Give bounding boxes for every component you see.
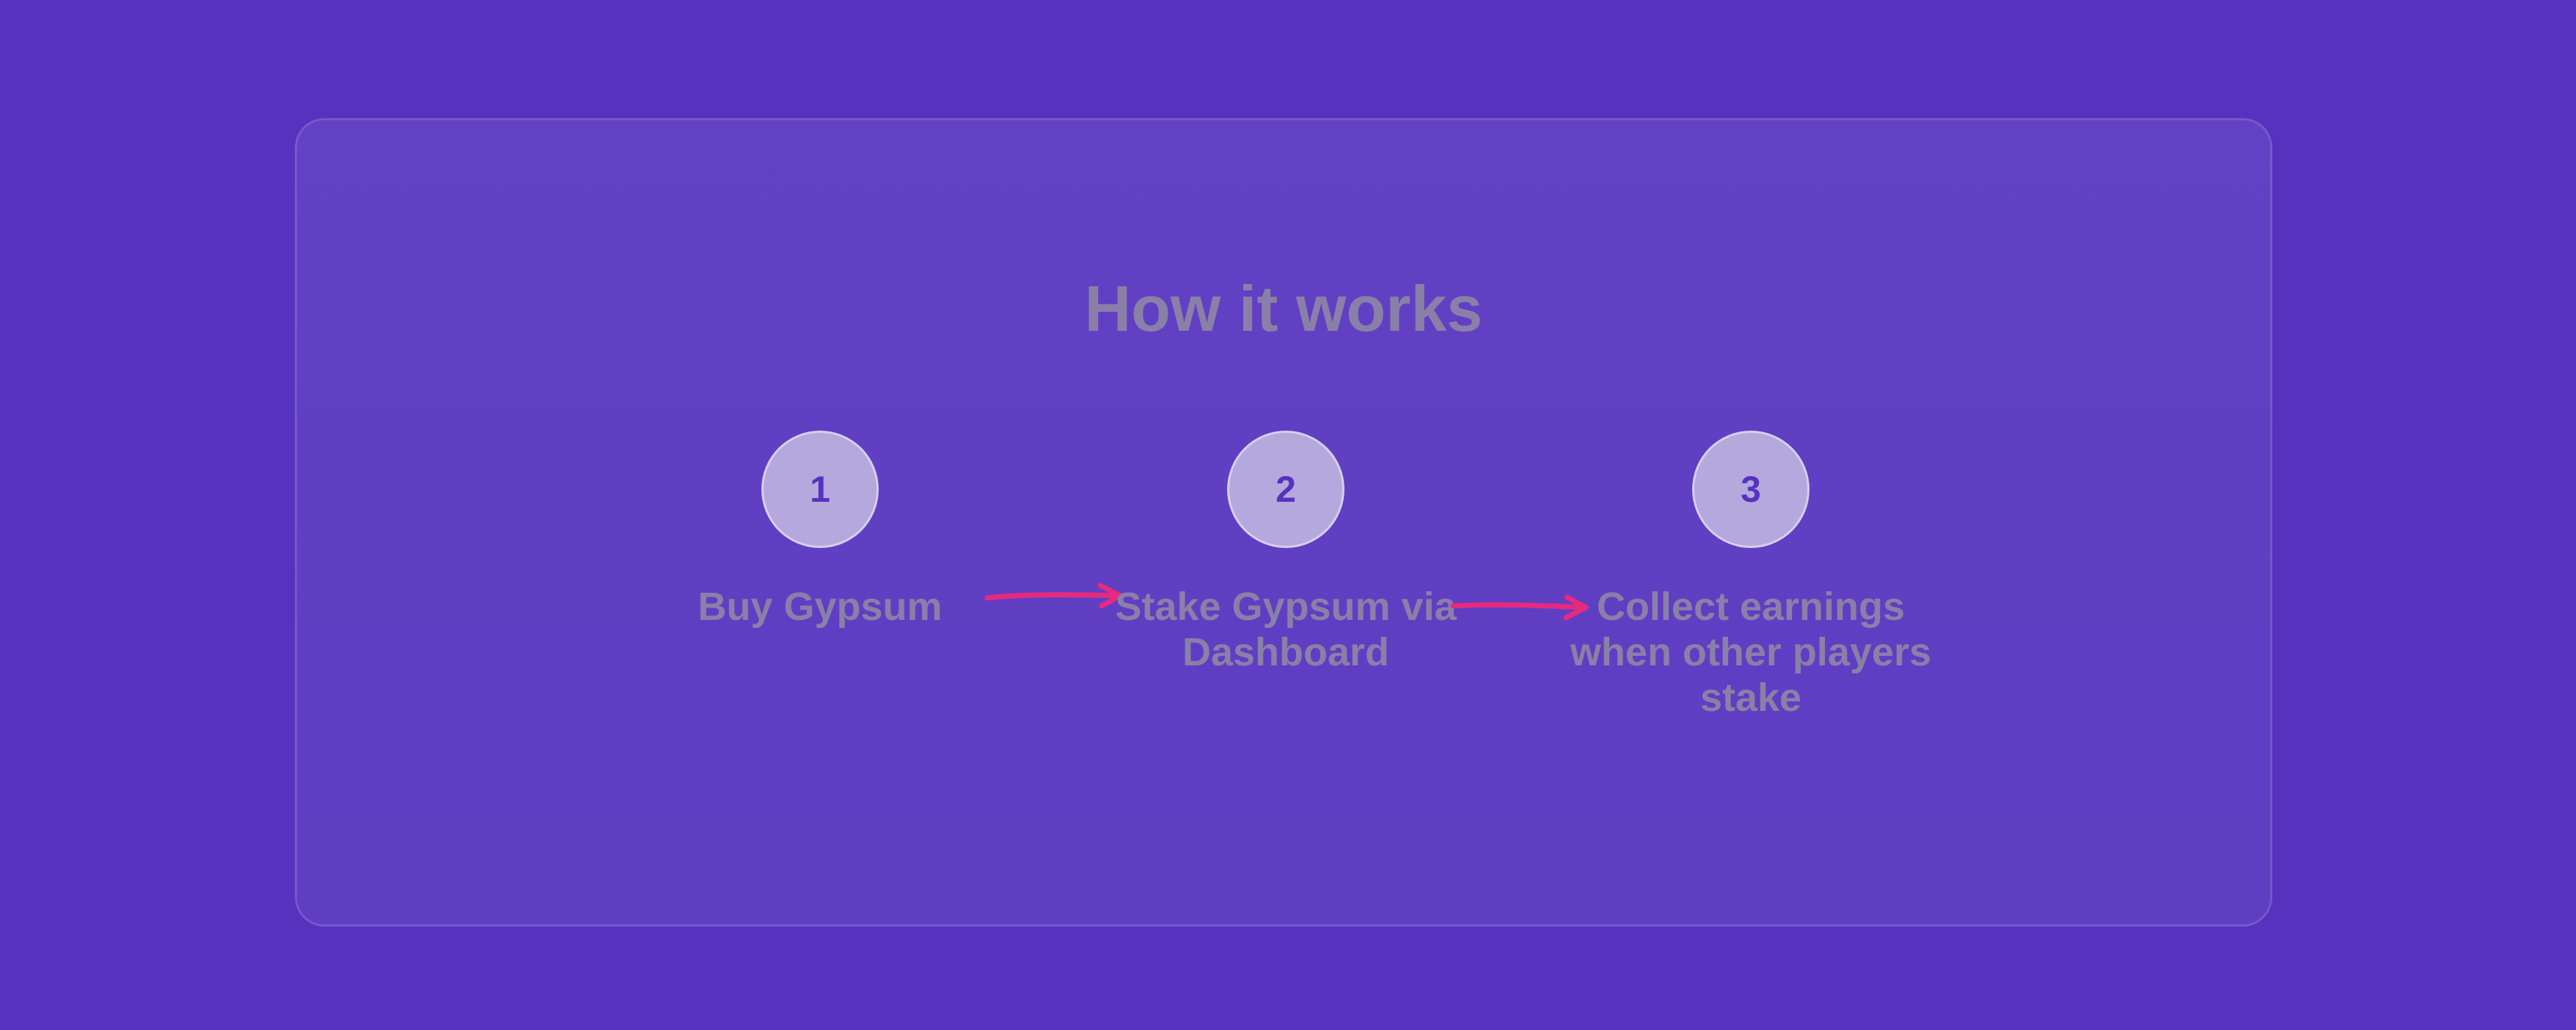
step-2-number-circle: 2 [1227, 431, 1344, 548]
step-3-label: Collect earnings when other players stak… [1570, 585, 1932, 720]
how-it-works-card: How it works 1 Buy Gypsum 2 Stake Gypsum… [295, 118, 2272, 927]
section-title: How it works [1084, 272, 1483, 345]
step-1-label: Buy Gypsum [698, 585, 943, 629]
step-1-number-circle: 1 [761, 431, 879, 548]
step-3-number-circle: 3 [1692, 431, 1810, 548]
step-2-label: Stake Gypsum via Dashboard [1115, 585, 1457, 674]
